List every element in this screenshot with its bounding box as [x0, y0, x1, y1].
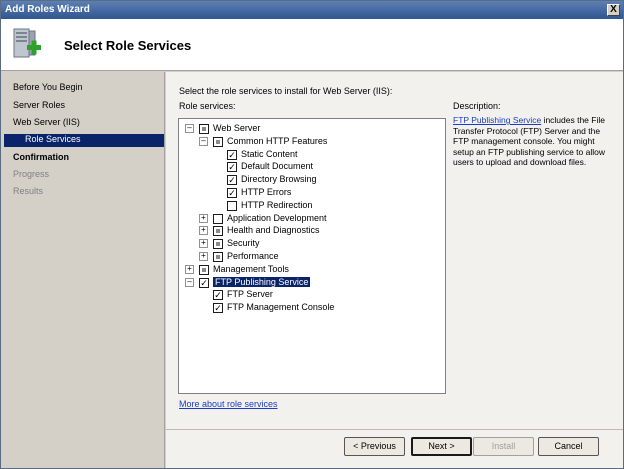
tree-item-label[interactable]: FTP Management Console — [227, 302, 334, 312]
nav-item-role-services[interactable]: Role Services — [4, 134, 164, 147]
instruction-text: Select the role services to install for … — [179, 86, 393, 96]
role-services-label: Role services: — [179, 101, 236, 111]
nav-item-confirmation[interactable]: Confirmation — [13, 152, 69, 165]
nav-item-before-you-begin[interactable]: Before You Begin — [13, 82, 83, 95]
tree-checkbox[interactable] — [199, 124, 209, 134]
tree-row[interactable]: ✓ FTP Server — [179, 289, 445, 301]
expand-icon[interactable]: + — [185, 264, 194, 274]
wizard-header: Select Role Services — [1, 19, 623, 71]
tree-row[interactable]: + Health and Diagnostics — [179, 225, 445, 237]
tree-checkbox[interactable]: ✓ — [213, 290, 223, 301]
next-button[interactable]: Next > — [411, 437, 472, 456]
expand-icon[interactable]: + — [199, 226, 208, 236]
role-services-tree[interactable]: – Web Server – Common HTTP Features ✓ Static … — [178, 118, 446, 394]
tree-checkbox[interactable] — [213, 136, 223, 147]
title-bar[interactable]: Add Roles Wizard X — [1, 1, 623, 19]
expand-icon[interactable]: + — [199, 252, 208, 261]
button-separator — [166, 429, 623, 430]
tree-item-label[interactable]: Security — [227, 238, 260, 248]
nav-item-web-server[interactable]: Web Server (IIS) — [13, 117, 80, 130]
tree-item-label[interactable]: FTP Publishing Service — [213, 276, 311, 287]
tree-item-label[interactable]: FTP Server — [227, 289, 273, 299]
expand-icon[interactable]: + — [199, 213, 208, 223]
tree-item-label[interactable]: Static Content — [241, 149, 298, 159]
tree-item-label[interactable]: Directory Browsing — [241, 174, 317, 184]
more-about-role-services-link[interactable]: More about role services — [179, 399, 278, 409]
tree-item-label[interactable]: Common HTTP Features — [227, 136, 327, 146]
tree-checkbox[interactable]: ✓ — [199, 277, 209, 288]
previous-button[interactable]: < Previous — [344, 437, 405, 456]
tree-row[interactable]: ✓ Static Content — [179, 149, 445, 161]
tree-item-label[interactable]: Web Server — [213, 123, 260, 133]
collapse-icon[interactable]: – — [199, 136, 208, 146]
nav-item-results: Results — [13, 186, 44, 196]
window-title: Add Roles Wizard — [5, 4, 90, 15]
ftp-publishing-service-link[interactable]: FTP Publishing Service — [453, 115, 541, 125]
tree-row[interactable]: HTTP Redirection — [179, 200, 445, 212]
tree-checkbox[interactable] — [213, 239, 223, 250]
description-label: Description: — [453, 101, 501, 111]
tree-row[interactable]: ✓ Directory Browsing — [179, 174, 445, 186]
page-title: Select Role Services — [64, 38, 192, 53]
tree-row[interactable]: + Performance — [179, 251, 445, 263]
tree-row[interactable]: – Common HTTP Features — [179, 136, 445, 148]
tree-item-label[interactable]: Default Document — [241, 161, 313, 171]
tree-item-label[interactable]: HTTP Errors — [241, 187, 291, 197]
tree-checkbox[interactable]: ✓ — [227, 149, 237, 160]
collapse-icon[interactable]: – — [185, 124, 194, 133]
tree-item-label[interactable]: Health and Diagnostics — [227, 225, 320, 235]
nav-item-progress: Progress — [13, 169, 50, 179]
nav-item-server-roles[interactable]: Server Roles — [13, 100, 65, 113]
tree-checkbox[interactable] — [227, 200, 237, 211]
tree-row[interactable]: – ✓ FTP Publishing Service — [179, 276, 445, 289]
tree-checkbox[interactable] — [213, 252, 223, 262]
tree-checkbox[interactable]: ✓ — [227, 162, 237, 173]
tree-item-label[interactable]: Application Development — [227, 213, 327, 223]
tree-checkbox[interactable] — [213, 226, 223, 237]
tree-row[interactable]: ✓ HTTP Errors — [179, 187, 445, 199]
tree-row[interactable]: + Application Development — [179, 213, 445, 225]
tree-checkbox[interactable]: ✓ — [227, 188, 237, 198]
close-button[interactable]: X — [607, 4, 620, 16]
wizard-nav: Before You Begin Server Roles Web Server… — [1, 72, 165, 468]
tree-checkbox[interactable] — [213, 213, 223, 224]
tree-row[interactable]: ✓ Default Document — [179, 161, 445, 173]
tree-row[interactable]: – Web Server — [179, 123, 445, 135]
tree-item-label[interactable]: HTTP Redirection — [241, 200, 312, 210]
install-button: Install — [473, 437, 534, 456]
wizard-window: Add Roles Wizard X Select Role Services … — [0, 0, 624, 469]
cancel-button[interactable]: Cancel — [538, 437, 599, 456]
server-add-icon — [11, 27, 45, 63]
description-text: FTP Publishing Service includes the File… — [453, 115, 613, 168]
tree-checkbox[interactable]: ✓ — [213, 303, 223, 314]
content-pane: Select the role services to install for … — [166, 72, 623, 468]
tree-row[interactable]: + Management Tools — [179, 264, 445, 276]
expand-icon[interactable]: + — [199, 239, 208, 249]
tree-item-label[interactable]: Management Tools — [213, 264, 289, 274]
tree-checkbox[interactable] — [199, 264, 209, 275]
tree-item-label[interactable]: Performance — [227, 251, 279, 261]
tree-row[interactable]: + Security — [179, 238, 445, 250]
tree-checkbox[interactable]: ✓ — [227, 175, 237, 186]
tree-row[interactable]: ✓ FTP Management Console — [179, 302, 445, 314]
collapse-icon[interactable]: – — [185, 277, 194, 287]
